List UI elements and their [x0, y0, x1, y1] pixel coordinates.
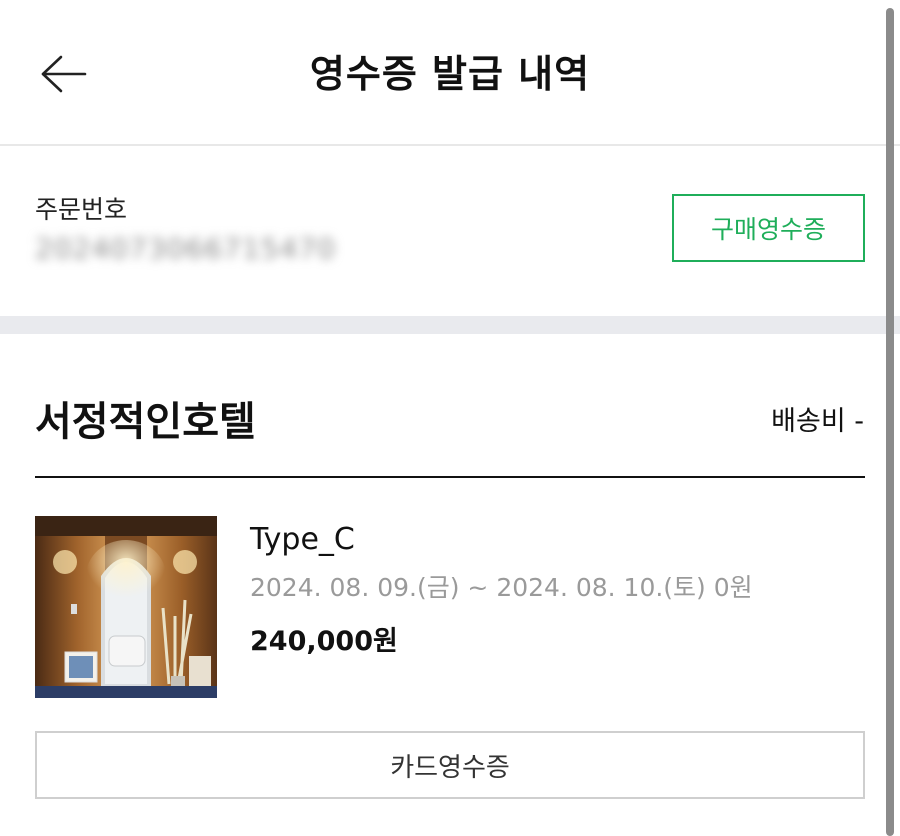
page-title: 영수증 발급 내역: [309, 52, 591, 96]
scrollbar[interactable]: [886, 8, 894, 836]
header-bar: 영수증 발급 내역: [0, 0, 900, 146]
item-name: Type_C: [250, 522, 355, 557]
item-price: 240,000원: [250, 626, 398, 657]
store-name: 서정적인호텔: [35, 399, 256, 445]
order-number-label: 주문번호: [35, 195, 128, 224]
room-thumbnail[interactable]: [35, 516, 217, 698]
order-number-value: 2024073066715470: [35, 232, 337, 265]
item-dates: 2024. 08. 09.(금) ~ 2024. 08. 10.(토) 0원: [250, 573, 753, 602]
section-divider: [0, 316, 900, 334]
card-receipt-button[interactable]: 카드영수증: [35, 731, 865, 799]
purchase-receipt-button[interactable]: 구매영수증: [672, 194, 865, 262]
store-divider-line: [35, 476, 865, 478]
shipping-fee: 배송비 -: [771, 406, 864, 437]
order-info-section: 주문번호 2024073066715470 구매영수증: [0, 146, 900, 316]
